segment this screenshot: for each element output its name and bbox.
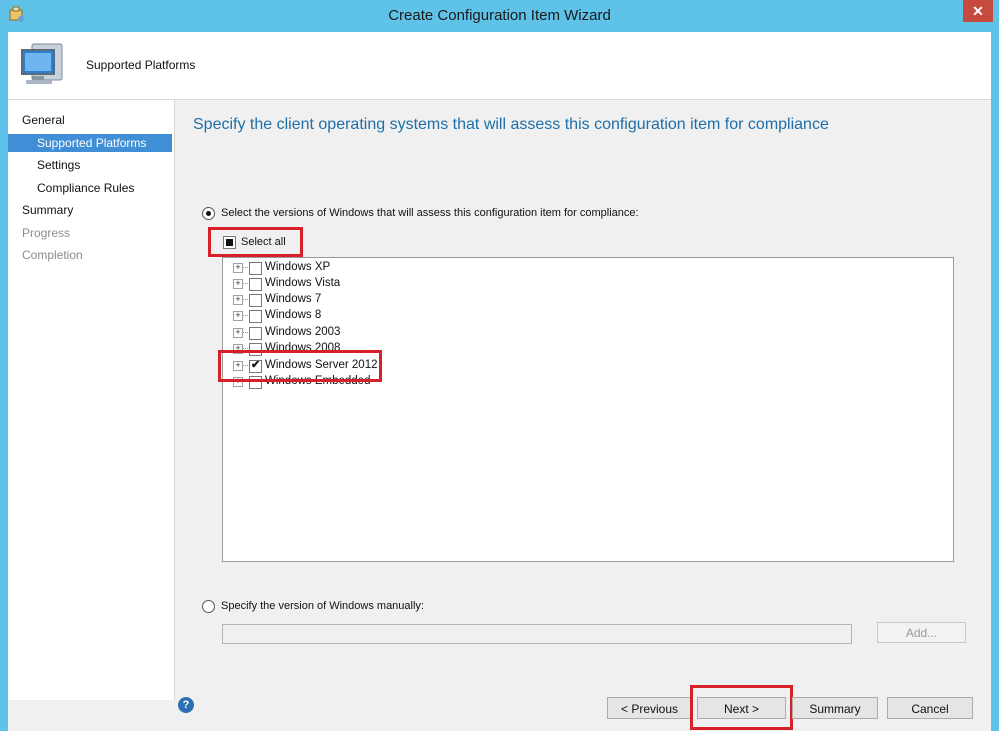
previous-button[interactable]: < Previous xyxy=(607,697,692,719)
select-all-checkbox[interactable] xyxy=(223,236,236,249)
tree-label: Windows 8 xyxy=(265,309,322,321)
nav-item-completion: Completion xyxy=(22,248,83,262)
manual-radio-label: Specify the version of Windows manually: xyxy=(221,600,424,612)
cancel-button[interactable]: Cancel xyxy=(887,697,973,719)
tree-label: Windows 2003 xyxy=(265,326,341,338)
select-all-label: Select all xyxy=(241,236,286,248)
tree-checkbox[interactable] xyxy=(249,327,262,340)
window-title: Create Configuration Item Wizard xyxy=(388,7,611,24)
tree-checkbox[interactable] xyxy=(249,262,262,275)
tree-row-windows-7[interactable]: + Windows 7 xyxy=(233,292,533,308)
page-heading: Specify the client operating systems tha… xyxy=(193,116,829,133)
expand-icon[interactable]: + xyxy=(233,328,243,338)
title-bar: Create Configuration Item Wizard ✕ xyxy=(0,0,999,32)
nav-item-compliance-rules[interactable]: Compliance Rules xyxy=(8,179,172,197)
nav-item-general[interactable]: General xyxy=(8,111,172,129)
manual-radio[interactable] xyxy=(202,600,215,613)
add-button: Add... xyxy=(877,622,966,643)
tree-row-windows-vista[interactable]: + Windows Vista xyxy=(233,276,533,292)
versions-radio[interactable] xyxy=(202,207,215,220)
manual-version-input xyxy=(222,624,852,644)
nav-item-settings[interactable]: Settings xyxy=(8,156,172,174)
tree-label: Windows XP xyxy=(265,261,331,273)
nav-item-supported-platforms[interactable]: Supported Platforms xyxy=(8,134,172,152)
help-icon[interactable]: ? xyxy=(178,697,194,713)
versions-radio-label: Select the versions of Windows that will… xyxy=(221,207,639,219)
expand-icon[interactable]: + xyxy=(233,311,243,321)
windows-server-2012-highlight xyxy=(218,350,382,382)
radio-selected-dot xyxy=(206,211,211,216)
wizard-nav: General Supported Platforms Settings Com… xyxy=(8,100,175,700)
next-button-highlight xyxy=(690,685,793,730)
tree-label: Windows Vista xyxy=(265,277,341,289)
tree-label: Windows 7 xyxy=(265,293,322,305)
os-tree: + Windows XP + Windows Vista + Windows 7… xyxy=(218,257,954,562)
tree-checkbox[interactable] xyxy=(249,294,262,307)
tree-checkbox[interactable] xyxy=(249,278,262,291)
wizard-window: Create Configuration Item Wizard ✕ Suppo… xyxy=(0,0,999,731)
nav-item-progress: Progress xyxy=(22,226,71,240)
header-title: Supported Platforms xyxy=(86,58,196,72)
wizard-content: Specify the client operating systems tha… xyxy=(175,100,991,700)
tree-row-windows-8[interactable]: + Windows 8 xyxy=(233,308,533,324)
summary-button[interactable]: Summary xyxy=(792,697,878,719)
indeterminate-mark xyxy=(226,239,233,246)
close-button[interactable]: ✕ xyxy=(963,0,993,22)
tree-checkbox[interactable] xyxy=(249,310,262,323)
nav-item-summary[interactable]: Summary xyxy=(8,201,172,219)
tree-row-windows-2003[interactable]: + Windows 2003 xyxy=(233,325,533,341)
expand-icon[interactable]: + xyxy=(233,279,243,289)
expand-icon[interactable]: + xyxy=(233,263,243,273)
tree-row-windows-xp[interactable]: + Windows XP xyxy=(233,260,533,276)
expand-icon[interactable]: + xyxy=(233,295,243,305)
computer-icon xyxy=(21,43,63,84)
wizard-header: Supported Platforms xyxy=(8,32,991,100)
